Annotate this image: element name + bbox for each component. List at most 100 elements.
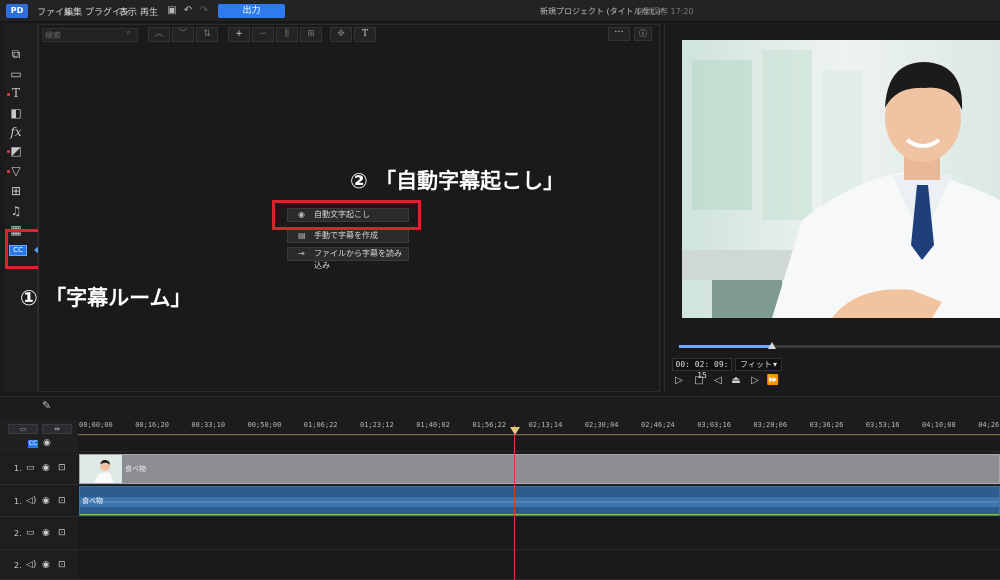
manual-subtitle-button[interactable]: ▤ 手動で字幕を作成 [287,229,409,243]
eye-icon[interactable]: ◉ [42,560,50,570]
next-frame-icon[interactable]: ▷ [748,375,762,387]
video-track-icon: ▭ [26,528,35,538]
zoom-fit-select[interactable]: フィット ▾ [735,358,782,371]
menu-view[interactable]: 表示 [119,5,137,18]
more-options-button[interactable]: ··· [608,27,630,41]
audio-waveform [80,497,999,515]
timeline-toolbar [0,396,1000,418]
timecode-display[interactable]: 00: 02: 09: 15 [672,358,732,380]
ruler-tick: 03;53;16 [865,421,900,429]
track-number: 1. [14,497,22,506]
search-icon: ⌕ [126,28,132,38]
remove-subtitle-button[interactable]: − [252,27,274,42]
stop-icon[interactable]: □ [692,375,706,387]
fast-forward-icon[interactable]: ⏩ [766,375,780,387]
ruler-tick: 01;40;02 [416,421,450,429]
move-down-button[interactable]: ﹀ [172,27,194,42]
audio-clip[interactable] [79,486,1000,516]
chevron-down-icon: ▾ [772,360,777,369]
lock-icon[interactable]: ⊡ [58,463,66,473]
position-button[interactable]: ✥ [330,27,352,42]
eye-icon[interactable]: ◉ [42,528,50,538]
audio-clip-label: 食べ物 [82,497,103,505]
ruler-tick: 02;13;14 [528,421,563,429]
video-clip[interactable] [79,454,1000,484]
move-up-button[interactable]: ︿ [148,27,170,42]
particle-icon[interactable]: ▽ [8,163,24,179]
export-button[interactable]: 出力 [218,4,285,18]
annotation-step1: ① 「字幕ルーム」 [20,286,192,310]
track-number: 1. [14,464,22,473]
video-track-lane-2[interactable] [78,517,1000,550]
prev-frame-icon[interactable]: ◁ [711,375,725,387]
sort-button[interactable]: ⇅ [196,27,218,42]
lock-icon[interactable]: ⊡ [58,560,66,570]
pip-icon[interactable]: ◩ [8,143,24,159]
lock-icon[interactable]: ⊡ [58,496,66,506]
template-icon[interactable]: ⊞ [8,183,24,199]
import-subtitle-label: ファイルから字幕を読み込み [314,249,402,270]
ruler-tick: 04;26; [978,421,1000,429]
preview-video [682,40,1000,318]
fit-timeline-button[interactable]: ⇹ [42,424,72,434]
track-header-audio-1: 1. ◁) ◉ ⊡ [0,485,78,517]
eye-icon[interactable]: ◉ [43,438,51,448]
track-header-video-2: 2. ▭ ◉ ⊡ [0,517,78,550]
playhead-handle[interactable] [510,427,520,435]
clip-thumbnail-image [80,455,122,483]
video-track-icon: ▭ [26,463,35,473]
save-status: 自動保存 17:20 [636,7,694,16]
speaker-icon: ◁) [26,496,37,506]
ruler-line [78,434,1000,435]
ruler-tick: 03;20;06 [753,421,788,429]
manual-subtitle-label: 手動で字幕を作成 [314,231,378,240]
ruler-tick: 02;30;04 [584,421,619,429]
media-room-icon[interactable]: ⧉ [8,46,24,62]
ruler-tick: 00;33;10 [191,421,226,429]
info-button[interactable]: ⓘ [634,27,652,41]
ruler-tick: 01;06;22 [303,421,338,429]
ruler-tick: 00;50;00 [247,421,282,429]
eye-icon[interactable]: ◉ [42,496,50,506]
merge-button[interactable]: ⊞ [300,27,322,42]
track-manager-button[interactable]: ▭ [8,424,38,434]
subtitle-track-lane[interactable] [78,436,1000,452]
playhead[interactable] [514,425,515,580]
seek-handle[interactable] [768,342,777,349]
manual-subtitle-icon: ▤ [298,231,306,240]
voice-icon[interactable]: ♫ [8,203,24,219]
annotation-step2: ② 「自動字幕起こし」 [350,169,565,193]
text-style-button[interactable]: T [354,27,376,42]
menu-edit[interactable]: 編集 [64,5,82,18]
menu-play[interactable]: 再生 [140,5,158,18]
ruler-tick: 00;00;00 [79,421,113,429]
track-header-video-1: 1. ▭ ◉ ⊡ [0,452,78,485]
split-button[interactable]: ⫼ [276,27,298,42]
import-subtitle-button[interactable]: ⇥ ファイルから字幕を読み込み [287,247,409,270]
redo-icon[interactable]: ↷ [198,5,210,17]
ruler-tick: 01;56;22 [472,421,507,429]
ruler-tick: 00;16;20 [135,421,169,429]
add-subtitle-button[interactable]: + [228,27,250,42]
eye-icon[interactable]: ◉ [42,463,50,473]
transition-icon[interactable]: ◧ [8,105,24,121]
lock-icon[interactable]: ⊡ [58,528,66,538]
ruler-tick: 03;03;16 [697,421,731,429]
ruler-tick: 02;46;24 [641,421,675,429]
save-icon[interactable]: ▣ [166,5,178,17]
search-placeholder: 検索 [45,31,61,40]
undo-icon[interactable]: ↶ [182,5,194,17]
ruler-tick: 01;23;12 [360,421,394,429]
subtitle-track-badge: CC [28,440,38,448]
title-icon[interactable]: T [8,85,24,101]
snapshot-icon[interactable]: ⏏ [729,375,743,387]
effects-icon[interactable]: ▭ [8,66,24,82]
preview-image [682,40,1000,318]
fit-label: フィット [740,360,772,369]
play-icon[interactable]: ▷ [672,375,686,387]
video-clip-label: 食べ物 [125,465,146,473]
fx-icon[interactable]: fx [8,124,24,140]
audio-track-lane-2[interactable] [78,550,1000,580]
edit-pen-icon[interactable]: ✎ [42,399,51,412]
import-icon: ⇥ [298,249,305,258]
